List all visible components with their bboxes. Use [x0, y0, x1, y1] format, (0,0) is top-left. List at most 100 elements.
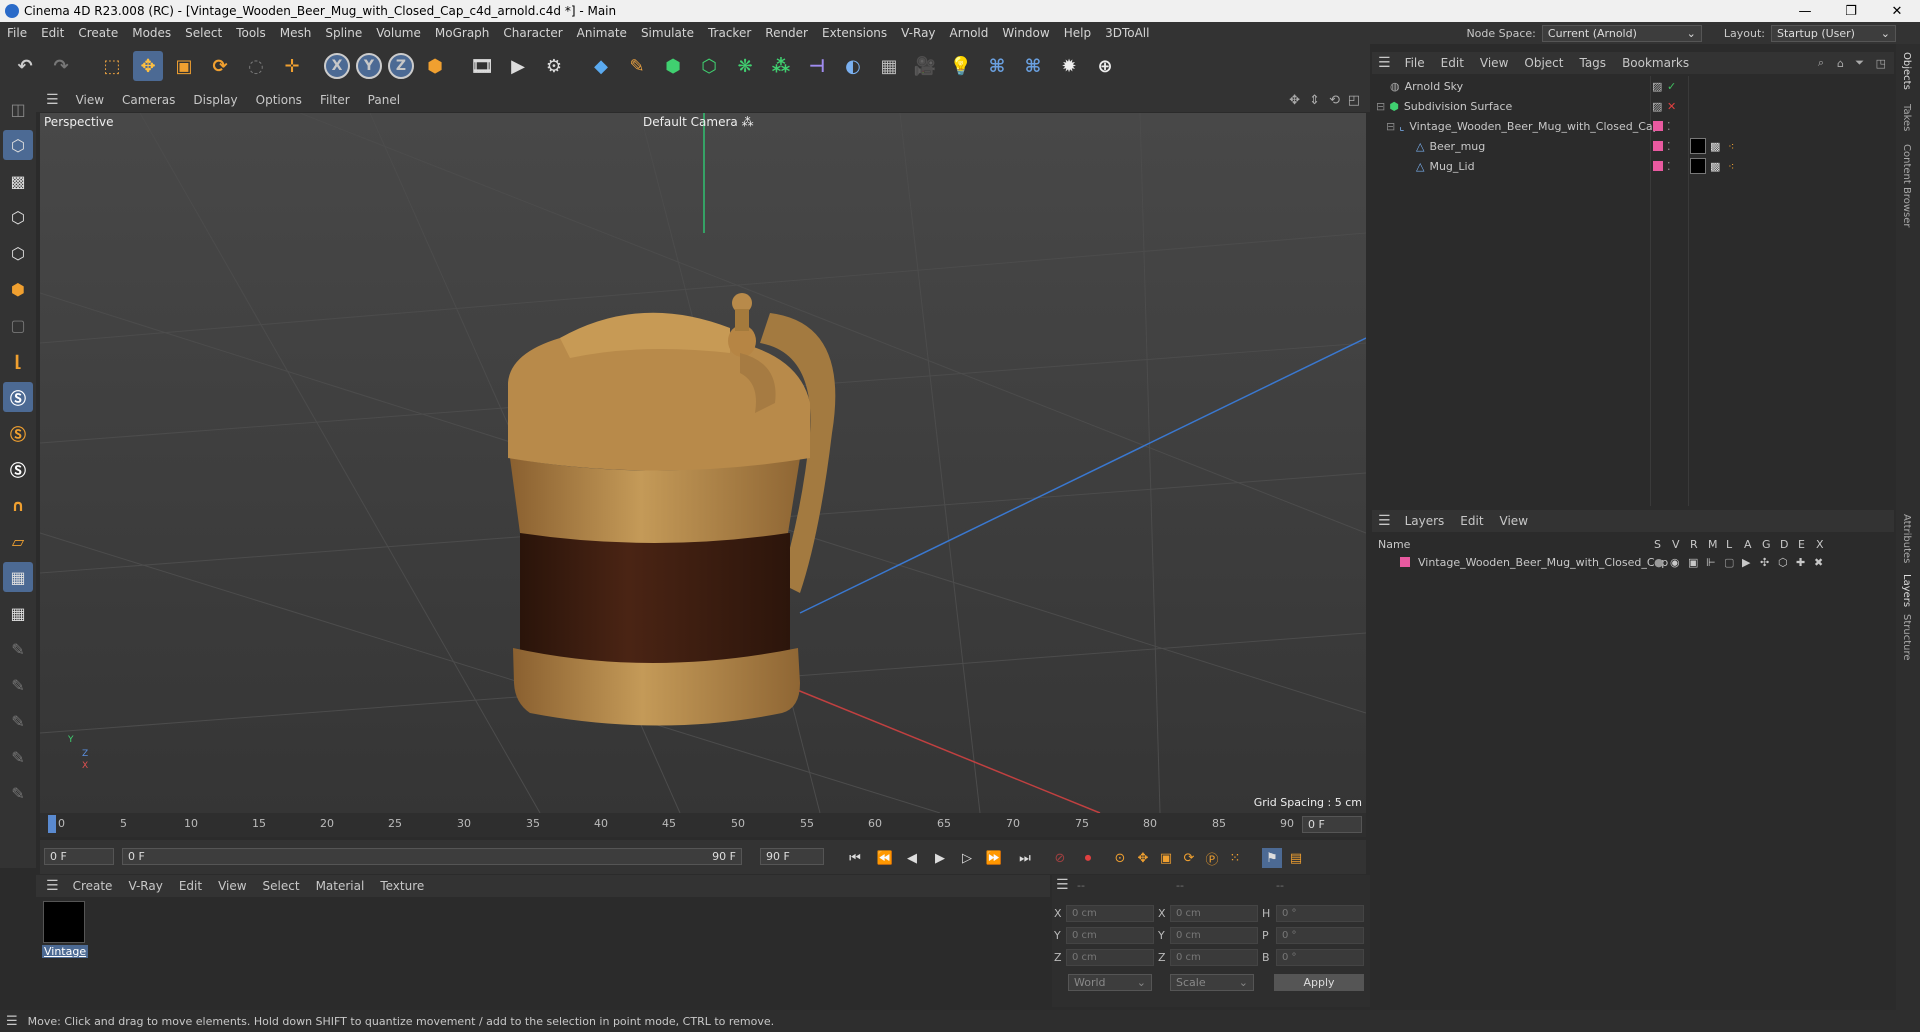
render-settings-icon[interactable]: ⚙ — [539, 51, 569, 81]
keyframe-selection-icon[interactable]: ⊙ — [1110, 848, 1130, 868]
hamburger-menu-icon[interactable]: ☰ — [1056, 877, 1069, 893]
material-menu-select[interactable]: Select — [255, 879, 308, 893]
material-swatch[interactable] — [43, 901, 85, 943]
viewport-menu-filter[interactable]: Filter — [311, 93, 359, 107]
x-axis-lock-button[interactable]: X — [324, 53, 350, 79]
layer-col-g[interactable]: G — [1762, 538, 1771, 551]
camera-label[interactable]: Default Camera ⁂ — [643, 115, 754, 129]
render-picture-viewer-icon[interactable]: ▶ — [503, 51, 533, 81]
goto-end-icon[interactable]: ⏭ — [1015, 848, 1035, 868]
sculpt-smooth-icon[interactable]: ✎ — [3, 706, 33, 736]
menu-select[interactable]: Select — [178, 26, 229, 40]
minimize-button[interactable]: — — [1782, 0, 1828, 22]
solo-icon[interactable]: ● — [1654, 556, 1664, 569]
size-z-field[interactable]: 0 cm — [1170, 949, 1258, 966]
next-key-icon[interactable]: ⏩ — [984, 848, 1004, 868]
toggle-view-icon[interactable]: ◰ — [1348, 93, 1360, 108]
field-icon[interactable]: ◐ — [838, 51, 868, 81]
scale-mode-dropdown[interactable]: Scale ⌄ — [1170, 974, 1254, 991]
model-mode-icon[interactable]: ◫ — [3, 94, 33, 124]
collapse-icon[interactable]: ⊟ — [1376, 100, 1385, 113]
layer-col-s[interactable]: S — [1654, 538, 1661, 551]
rotation-b-field[interactable]: 0 ° — [1276, 949, 1364, 966]
viewport-menu-options[interactable]: Options — [247, 93, 311, 107]
size-y-field[interactable]: 0 cm — [1170, 927, 1258, 944]
tab-takes[interactable]: Takes — [1901, 104, 1912, 131]
texture-mode-icon[interactable]: ▩ — [3, 166, 33, 196]
phong-tag-icon[interactable]: ⁖ — [1728, 140, 1734, 153]
render-icon[interactable]: ▣ — [1688, 556, 1698, 569]
object-mode-icon[interactable]: ⬡ — [3, 130, 33, 160]
objects-menu-tags[interactable]: Tags — [1571, 56, 1614, 70]
material-menu-edit[interactable]: Edit — [171, 879, 210, 893]
transform-tool-icon[interactable]: ✛ — [277, 51, 307, 81]
layer-col-m[interactable]: M — [1708, 538, 1718, 551]
viewport-menu-display[interactable]: Display — [184, 93, 246, 107]
redo-icon[interactable]: ↷ — [46, 51, 76, 81]
live-selection-icon[interactable]: ⬚ — [97, 51, 127, 81]
coordinate-system-icon[interactable]: ⬢ — [420, 51, 450, 81]
object-row-mug-lid[interactable]: △ Mug_Lid ⁚ ▩ ⁖ — [1372, 156, 1894, 176]
objects-menu-file[interactable]: File — [1397, 56, 1433, 70]
hamburger-menu-icon[interactable]: ☰ — [36, 878, 65, 894]
key-scale-icon[interactable]: ▣ — [1156, 848, 1176, 868]
undo-icon[interactable]: ↶ — [10, 51, 40, 81]
play-icon[interactable]: ▶ — [930, 848, 950, 868]
visibility-dots-icon[interactable]: ⁚ — [1667, 140, 1671, 153]
snap-icon[interactable]: Ⓢ — [3, 382, 33, 412]
menu-arnold[interactable]: Arnold — [943, 26, 996, 40]
tab-structure[interactable]: Structure — [1901, 614, 1912, 661]
cloner-icon[interactable]: ❋ — [730, 51, 760, 81]
edit-toggle-icon[interactable]: ▨ — [1652, 100, 1662, 113]
layer-col-r[interactable]: R — [1690, 538, 1698, 551]
frame-range-slider[interactable]: 0 F 90 F — [122, 848, 742, 865]
grid-workplane-icon[interactable]: ▦ — [3, 562, 33, 592]
python-script-icon[interactable]: ⌘ — [982, 51, 1012, 81]
menu-file[interactable]: File — [0, 26, 34, 40]
object-row-beer-mug[interactable]: △ Beer_mug ⁚ ▩ ⁖ — [1372, 136, 1894, 156]
key-rotation-icon[interactable]: ⟳ — [1179, 848, 1199, 868]
goto-start-icon[interactable]: ⏮ — [845, 848, 865, 868]
layer-col-x[interactable]: X — [1816, 538, 1824, 551]
axis-mode-icon[interactable]: ⌊ — [3, 346, 33, 376]
layers-menu-view[interactable]: View — [1492, 514, 1536, 528]
material-name[interactable]: Vintage — [42, 945, 89, 958]
uv-mode-icon[interactable]: ▢ — [3, 310, 33, 340]
material-tag-icon[interactable] — [1690, 158, 1706, 174]
expressions-icon[interactable]: ✚ — [1796, 556, 1805, 569]
polygons-mode-icon[interactable]: ⬢ — [3, 274, 33, 304]
visibility-dots-icon[interactable]: ⁚ — [1667, 160, 1671, 173]
hamburger-menu-icon[interactable]: ☰ — [1372, 513, 1397, 529]
arnold-globe-icon[interactable]: ⊕ — [1090, 51, 1120, 81]
new-view-icon[interactable]: ◳ — [1876, 57, 1886, 70]
menu-simulate[interactable]: Simulate — [634, 26, 701, 40]
start-frame-field[interactable]: 0 F — [44, 848, 114, 865]
layer-col-l[interactable]: L — [1726, 538, 1732, 551]
size-x-field[interactable]: 0 cm — [1170, 905, 1258, 922]
z-axis-lock-button[interactable]: Z — [388, 53, 414, 79]
menu-render[interactable]: Render — [758, 26, 815, 40]
material-menu-view[interactable]: View — [210, 879, 254, 893]
phong-tag-icon[interactable]: ⁖ — [1728, 160, 1734, 173]
workplane-snap-icon[interactable]: Ⓢ — [3, 454, 33, 484]
filter-icon[interactable]: ⏷ — [1855, 56, 1864, 70]
layer-col-v[interactable]: V — [1672, 538, 1680, 551]
apply-button[interactable]: Apply — [1274, 974, 1364, 991]
floor-object-icon[interactable]: ▦ — [874, 51, 904, 81]
position-x-field[interactable]: 0 cm — [1066, 905, 1154, 922]
tab-layers[interactable]: Layers — [1901, 574, 1912, 607]
cube-object-icon[interactable]: ◆ — [586, 51, 616, 81]
menu-tracker[interactable]: Tracker — [701, 26, 758, 40]
mograph-effector-icon[interactable]: ⁂ — [766, 51, 796, 81]
paint-tool-icon[interactable]: ✎ — [3, 778, 33, 808]
search-icon[interactable]: ⌕ — [1818, 56, 1824, 70]
hamburger-menu-icon[interactable]: ☰ — [0, 1014, 28, 1029]
layer-row[interactable]: Vintage_Wooden_Beer_Mug_with_Closed_Cap … — [1372, 552, 1894, 572]
material-menu-vray[interactable]: V-Ray — [120, 879, 170, 893]
hamburger-menu-icon[interactable]: ☰ — [36, 92, 67, 108]
visibility-dots-icon[interactable]: ⁚ — [1667, 120, 1671, 133]
subdivision-generator-icon[interactable]: ⬢ — [658, 51, 688, 81]
menu-edit[interactable]: Edit — [34, 26, 71, 40]
edges-mode-icon[interactable]: ⬡ — [3, 238, 33, 268]
autokey-icon[interactable]: ⏺ — [1078, 848, 1098, 868]
